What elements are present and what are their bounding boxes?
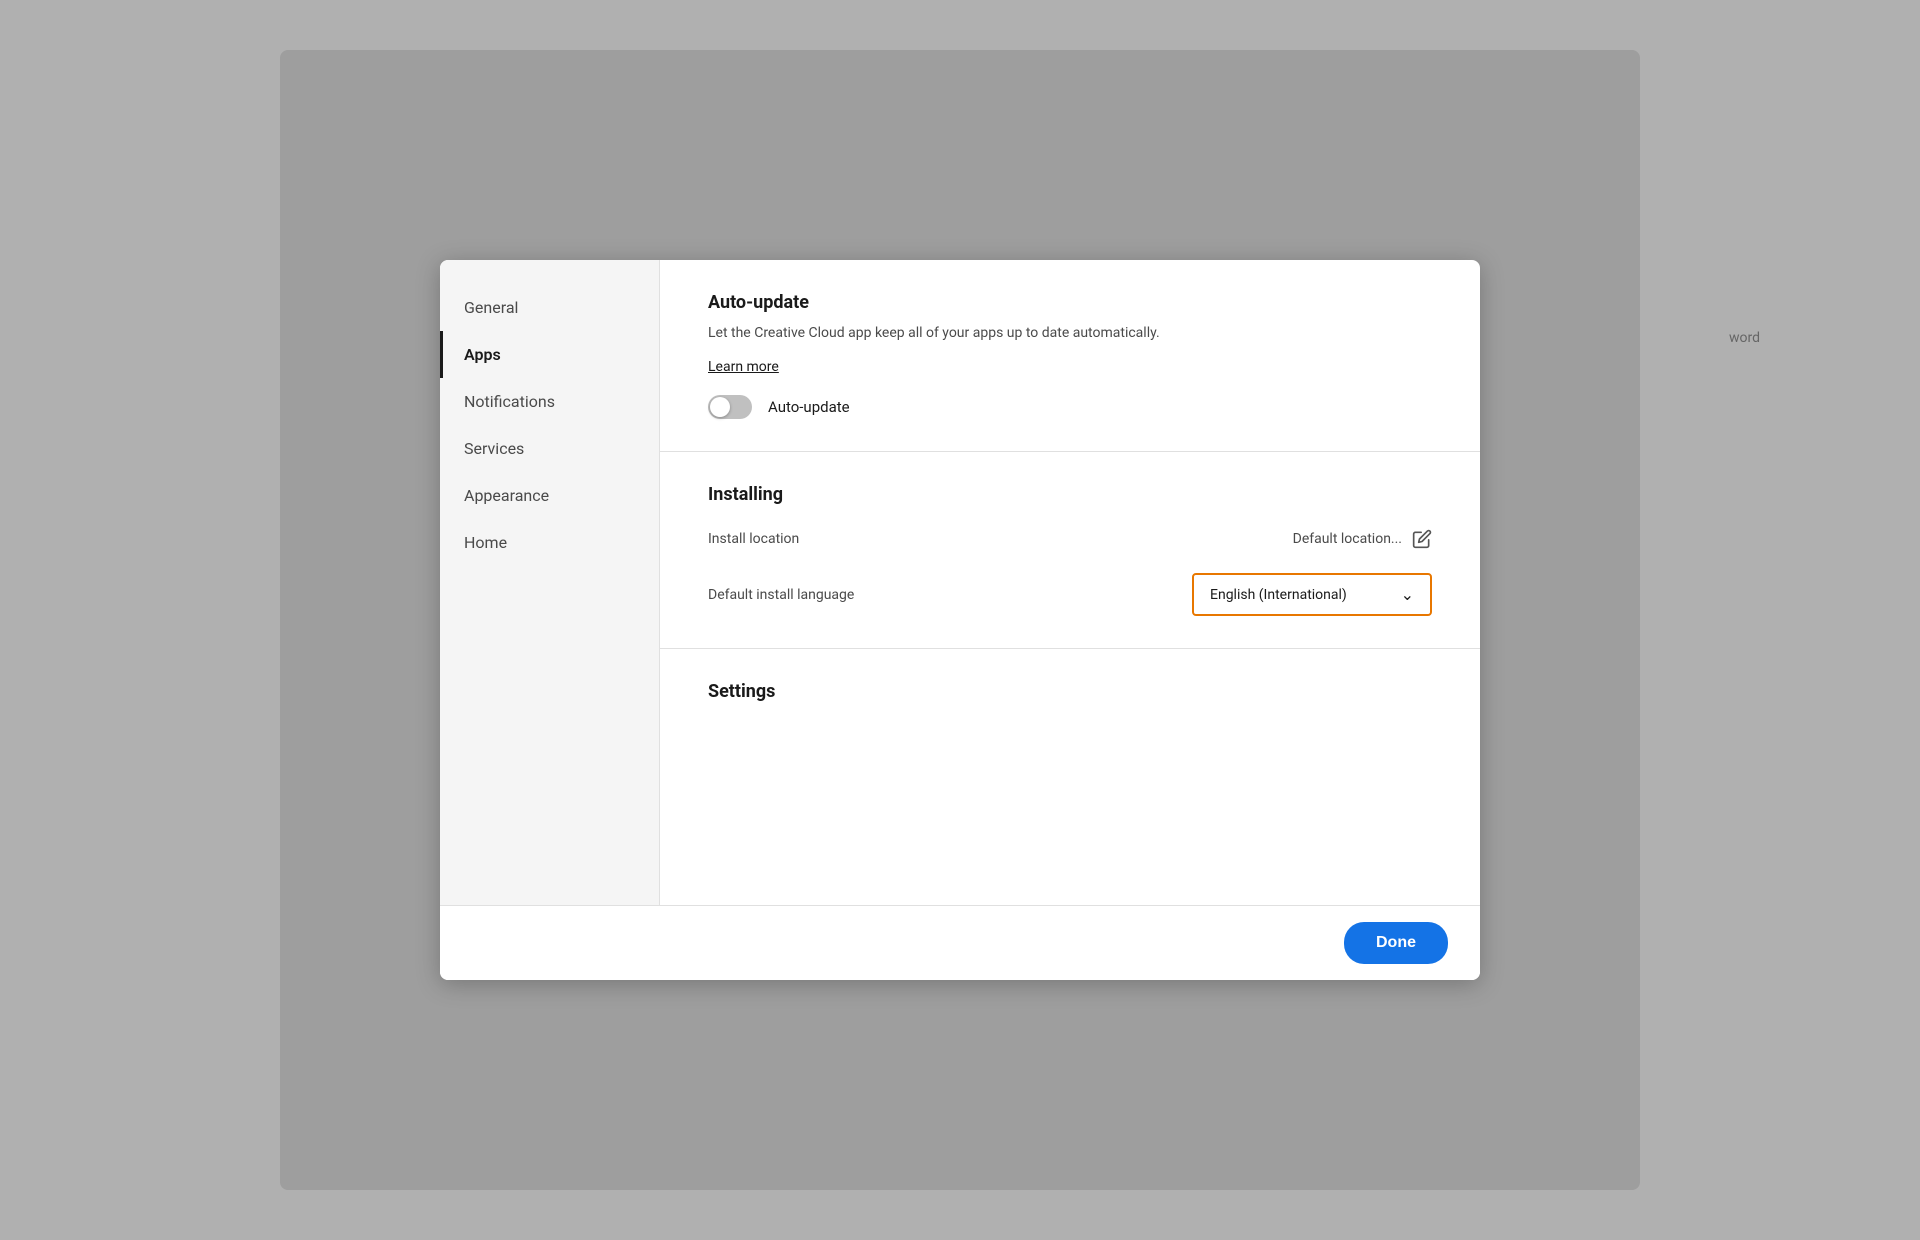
installing-title: Installing (708, 484, 1432, 505)
sidebar-item-home-label: Home (464, 533, 507, 552)
sidebar-item-notifications[interactable]: Notifications (440, 378, 659, 425)
sidebar-item-services[interactable]: Services (440, 425, 659, 472)
install-location-value: Default location... (1293, 531, 1402, 547)
install-location-label: Install location (708, 531, 799, 547)
background-password-hint: word (1729, 330, 1760, 346)
sidebar-item-apps-label: Apps (464, 345, 501, 364)
default-language-label: Default install language (708, 587, 854, 603)
language-dropdown[interactable]: English (International) ⌄ (1192, 573, 1432, 616)
done-button[interactable]: Done (1344, 922, 1448, 964)
install-location-row: Install location Default location... (708, 529, 1432, 549)
installing-section: Installing Install location Default loca… (660, 452, 1480, 649)
settings-dialog: General Apps Notifications Services Appe… (440, 260, 1480, 980)
default-language-row: Default install language English (Intern… (708, 573, 1432, 616)
auto-update-section: Auto-update Let the Creative Cloud app k… (660, 260, 1480, 452)
auto-update-title: Auto-update (708, 292, 1432, 313)
settings-section: Settings (660, 649, 1480, 744)
settings-title: Settings (708, 681, 1432, 702)
install-location-value-group: Default location... (1293, 529, 1432, 549)
auto-update-toggle-row: Auto-update (708, 395, 1432, 419)
sidebar-item-general[interactable]: General (440, 284, 659, 331)
auto-update-toggle[interactable] (708, 395, 752, 419)
outer-background: word General Apps Notifications Services… (280, 50, 1640, 1190)
toggle-knob (710, 397, 730, 417)
sidebar-item-appearance[interactable]: Appearance (440, 472, 659, 519)
dialog-footer: Done (440, 905, 1480, 980)
language-dropdown-value: English (International) (1210, 587, 1347, 603)
main-content: Auto-update Let the Creative Cloud app k… (660, 260, 1480, 905)
sidebar-item-services-label: Services (464, 439, 524, 458)
dialog-body: General Apps Notifications Services Appe… (440, 260, 1480, 905)
sidebar-item-appearance-label: Appearance (464, 486, 549, 505)
chevron-down-icon: ⌄ (1401, 585, 1414, 604)
sidebar-item-apps[interactable]: Apps (440, 331, 659, 378)
auto-update-toggle-label: Auto-update (768, 398, 850, 416)
edit-icon[interactable] (1412, 529, 1432, 549)
sidebar-item-notifications-label: Notifications (464, 392, 555, 411)
sidebar-item-general-label: General (464, 298, 518, 317)
sidebar: General Apps Notifications Services Appe… (440, 260, 660, 905)
sidebar-item-home[interactable]: Home (440, 519, 659, 566)
learn-more-link[interactable]: Learn more (708, 359, 779, 375)
auto-update-description: Let the Creative Cloud app keep all of y… (708, 323, 1432, 344)
